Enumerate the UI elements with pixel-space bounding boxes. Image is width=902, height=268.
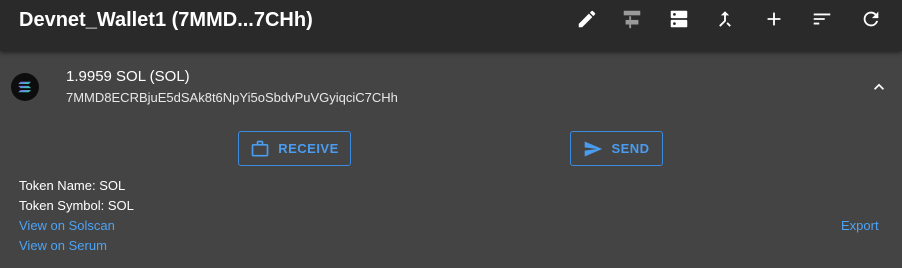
receive-label: RECEIVE <box>278 141 339 156</box>
briefcase-icon <box>251 140 269 156</box>
send-label: SEND <box>611 141 650 156</box>
receive-button[interactable]: RECEIVE <box>238 131 351 166</box>
dns-icon[interactable] <box>667 7 691 31</box>
token-balance: 1.9959 SOL (SOL) <box>66 68 190 85</box>
merge-accounts-icon[interactable] <box>620 7 644 31</box>
wallet-title: Devnet_Wallet1 (7MMD...7CHh) <box>19 9 313 31</box>
token-symbol: Token Symbol: SOL <box>19 198 134 213</box>
refresh-icon[interactable] <box>859 7 883 31</box>
token-name: Token Name: SOL <box>19 178 126 193</box>
send-icon <box>585 141 603 156</box>
call-merge-icon[interactable] <box>713 7 737 31</box>
export-link[interactable]: Export <box>841 218 879 234</box>
account-summary[interactable]: 1.9959 SOL (SOL) 7MMD8ECRBjuE5dSAk8t6NpY… <box>0 52 902 122</box>
wallet-address: 7MMD8ECRBjuE5dSAk8t6NpYi5oSbdvPuVGyiqciC… <box>66 90 398 105</box>
send-button[interactable]: SEND <box>570 131 663 166</box>
add-icon[interactable] <box>762 7 786 31</box>
solana-logo-icon <box>11 73 39 101</box>
app-bar: Devnet_Wallet1 (7MMD...7CHh) <box>0 0 902 51</box>
sort-icon[interactable] <box>810 7 834 31</box>
solscan-link[interactable]: View on Solscan <box>19 218 115 234</box>
edit-icon[interactable] <box>575 7 599 31</box>
expand-less-icon[interactable] <box>869 77 889 97</box>
serum-link[interactable]: View on Serum <box>19 238 107 254</box>
